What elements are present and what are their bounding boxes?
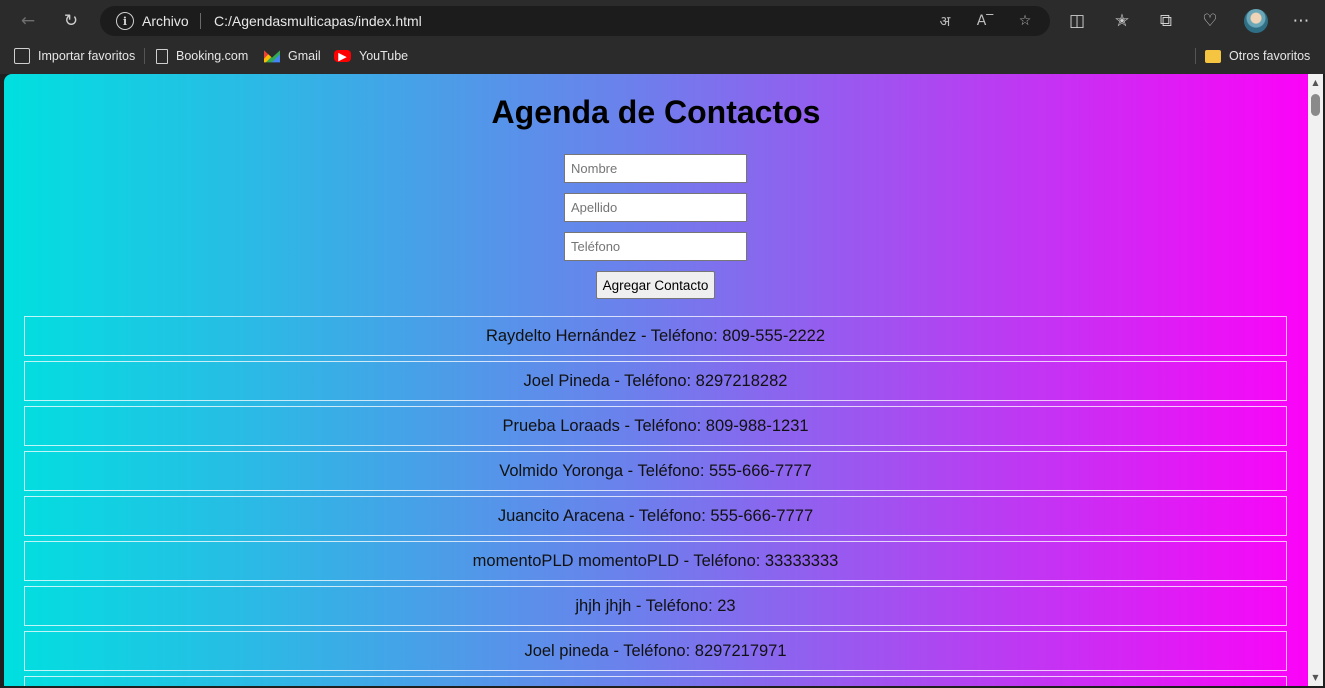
page-scrollbar[interactable]: ▲ ▼ [1308,74,1323,686]
favorites-icon[interactable]: ✭ [1109,8,1135,34]
browser-chrome: ← ↻ i Archivo C:/Agendasmulticapas/index… [0,0,1325,74]
nombre-input[interactable] [564,154,747,183]
bookmark-divider [144,48,145,64]
import-icon [14,48,30,64]
bookmark-label: Otros favoritos [1229,49,1311,63]
add-contact-button[interactable]: Agregar Contacto [596,271,715,299]
page-title: Agenda de Contactos [491,94,821,130]
bookmark-label: YouTube [359,49,409,63]
contact-list: Raydelto Hernández - Teléfono: 809-555-2… [24,316,1287,686]
bookmark-divider [1195,48,1196,64]
telefono-input[interactable] [564,232,747,261]
bookmark-booking[interactable]: Booking.com [156,47,248,65]
address-url[interactable]: C:/Agendasmulticapas/index.html [214,13,422,29]
scroll-down-arrow-icon[interactable]: ▼ [1311,673,1320,682]
folder-icon [1205,49,1221,63]
contact-item: Prueba Loraads - Teléfono: 809-988-1231 [24,406,1287,446]
bookmark-other-favorites[interactable]: Otros favoritos [1205,47,1310,65]
scrollbar-thumb[interactable] [1311,94,1320,116]
bookmark-import[interactable]: Importar favoritos [14,47,135,65]
page-viewport: Agenda de Contactos Agregar Contacto Ray… [4,74,1323,686]
contact-item-partial [24,676,1287,686]
address-scheme: Archivo [142,13,189,29]
gmail-icon [264,50,280,63]
refresh-icon[interactable]: ↻ [58,8,84,34]
page-icon [156,48,168,64]
address-bar[interactable]: i Archivo C:/Agendasmulticapas/index.htm… [100,6,1050,36]
contact-item: Joel Pineda - Teléfono: 8297218282 [24,361,1287,401]
contact-item: jhjh jhjh - Teléfono: 23 [24,586,1287,626]
contact-item: Volmido Yoronga - Teléfono: 555-666-7777 [24,451,1287,491]
bookmark-gmail[interactable]: Gmail [264,47,321,65]
read-aloud-icon[interactable]: A‾ [974,11,996,31]
browser-essentials-icon[interactable]: ♡ [1197,8,1223,34]
contact-item: momentoPLD momentoPLD - Teléfono: 333333… [24,541,1287,581]
contact-item: Joel pineda - Teléfono: 8297217971 [24,631,1287,671]
contact-item: Juancito Aracena - Teléfono: 555-666-777… [24,496,1287,536]
profile-avatar[interactable] [1244,9,1268,33]
page-content: Agenda de Contactos Agregar Contacto Ray… [4,74,1308,686]
split-screen-icon[interactable]: ◫ [1064,8,1090,34]
scroll-up-arrow-icon[interactable]: ▲ [1311,78,1320,87]
bookmark-youtube[interactable]: ▶ YouTube [334,47,408,65]
contact-item: Raydelto Hernández - Teléfono: 809-555-2… [24,316,1287,356]
translate-icon[interactable]: अ [934,11,956,31]
browser-toolbar: ← ↻ i Archivo C:/Agendasmulticapas/index… [0,0,1325,42]
address-separator [200,13,201,29]
info-icon[interactable]: i [116,12,134,30]
bookmarks-bar: Importar favoritos Booking.com Gmail ▶ Y… [0,42,1325,70]
collections-icon[interactable]: ⧉ [1153,8,1179,34]
youtube-icon: ▶ [334,50,351,63]
more-menu-icon[interactable]: ⋯ [1288,8,1314,34]
bookmark-label: Gmail [288,49,321,63]
back-arrow-icon[interactable]: ← [15,8,41,34]
bookmark-label: Booking.com [176,49,249,63]
favorite-star-icon[interactable]: ☆ [1014,11,1036,31]
bookmark-label: Importar favoritos [38,49,136,63]
apellido-input[interactable] [564,193,747,222]
